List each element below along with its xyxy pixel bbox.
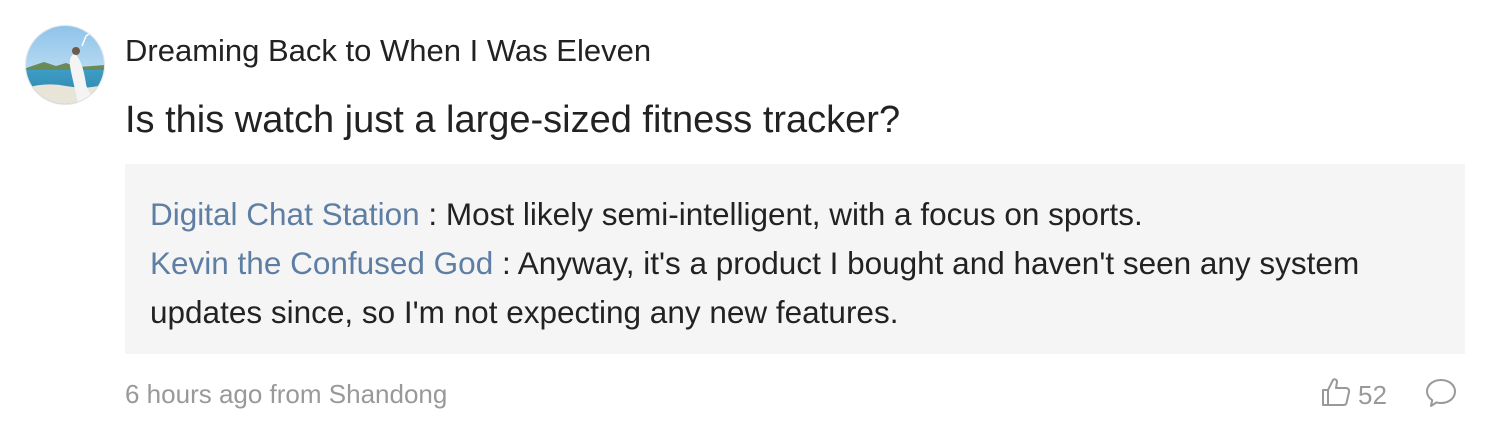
reply-separator: : <box>419 196 446 232</box>
reply-author-link[interactable]: Digital Chat Station <box>150 196 420 232</box>
like-count[interactable]: 52 <box>1358 380 1387 411</box>
reply-separator: : <box>493 245 518 281</box>
comment-item: Dreaming Back to When I Was Eleven Is th… <box>0 0 1487 436</box>
comment-username[interactable]: Dreaming Back to When I Was Eleven <box>125 33 651 69</box>
avatar[interactable] <box>25 25 105 105</box>
reply-item: Digital Chat Station : Most likely semi-… <box>150 190 1441 239</box>
reply-author-link[interactable]: Kevin the Confused God <box>150 245 493 281</box>
avatar-image <box>26 26 104 104</box>
comment-text: Is this watch just a large-sized fitness… <box>125 99 901 141</box>
replies-box: Digital Chat Station : Most likely semi-… <box>125 164 1465 354</box>
reply-text: Most likely semi-intelligent, with a foc… <box>445 196 1143 232</box>
thumbs-up-icon[interactable] <box>1320 376 1352 408</box>
reply-item: Kevin the Confused God : Anyway, it's a … <box>150 239 1441 337</box>
comment-meta: 6 hours ago from Shandong <box>125 379 448 409</box>
comment-bubble-icon[interactable] <box>1424 377 1458 409</box>
